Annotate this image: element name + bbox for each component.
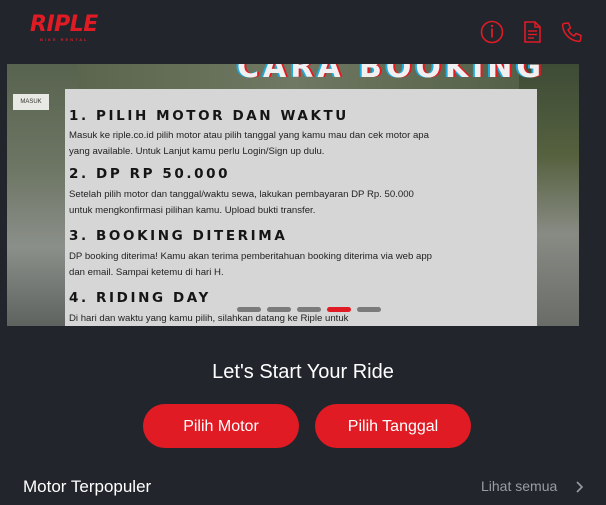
section-title-popular: Motor Terpopuler: [23, 477, 152, 496]
step-3-desc: DP booking diterima! Kamu akan terima pe…: [69, 251, 432, 278]
phone-icon[interactable]: [560, 20, 584, 44]
step-3-title: 3. BOOKING DITERIMA: [69, 228, 288, 244]
step-2-desc: Setelah pilih motor dan tanggal/waktu se…: [69, 189, 414, 216]
see-all-link[interactable]: Lihat semua: [481, 478, 557, 494]
step-2-title: 2. DP RP 50.000: [69, 166, 231, 182]
app-header: RIPLE BIKE RENTAL: [0, 0, 606, 64]
chevron-right-icon[interactable]: [574, 480, 586, 494]
document-icon[interactable]: [520, 20, 544, 44]
step-4-title: 4. RIDING DAY: [69, 290, 211, 306]
pilih-tanggal-button[interactable]: Pilih Tanggal: [315, 404, 471, 448]
pilih-motor-button[interactable]: Pilih Motor: [143, 404, 299, 448]
carousel-dot[interactable]: [297, 307, 321, 312]
step-1-desc: Masuk ke riple.co.id pilih motor atau pi…: [69, 130, 429, 157]
booking-banner-carousel[interactable]: MASUK CARA BOOKING 1. PILIH MOTOR DAN WA…: [7, 64, 579, 326]
banner-title: CARA BOOKING: [237, 64, 546, 85]
masuk-sign: MASUK: [13, 94, 49, 110]
carousel-dot[interactable]: [237, 307, 261, 312]
step-1-title: 1. PILIH MOTOR DAN WAKTU: [69, 108, 349, 124]
logo-subtext: BIKE RENTAL: [40, 37, 89, 42]
info-icon[interactable]: [480, 20, 504, 44]
hero-tagline: Let's Start Your Ride: [212, 361, 394, 383]
riple-logo[interactable]: RIPLE BIKE RENTAL: [30, 14, 116, 44]
logo-text: RIPLE: [30, 12, 98, 37]
carousel-dot-active[interactable]: [327, 307, 351, 312]
carousel-dot[interactable]: [357, 307, 381, 312]
carousel-dot[interactable]: [267, 307, 291, 312]
step-4-desc: Di hari dan waktu yang kamu pilih, silah…: [69, 313, 349, 324]
